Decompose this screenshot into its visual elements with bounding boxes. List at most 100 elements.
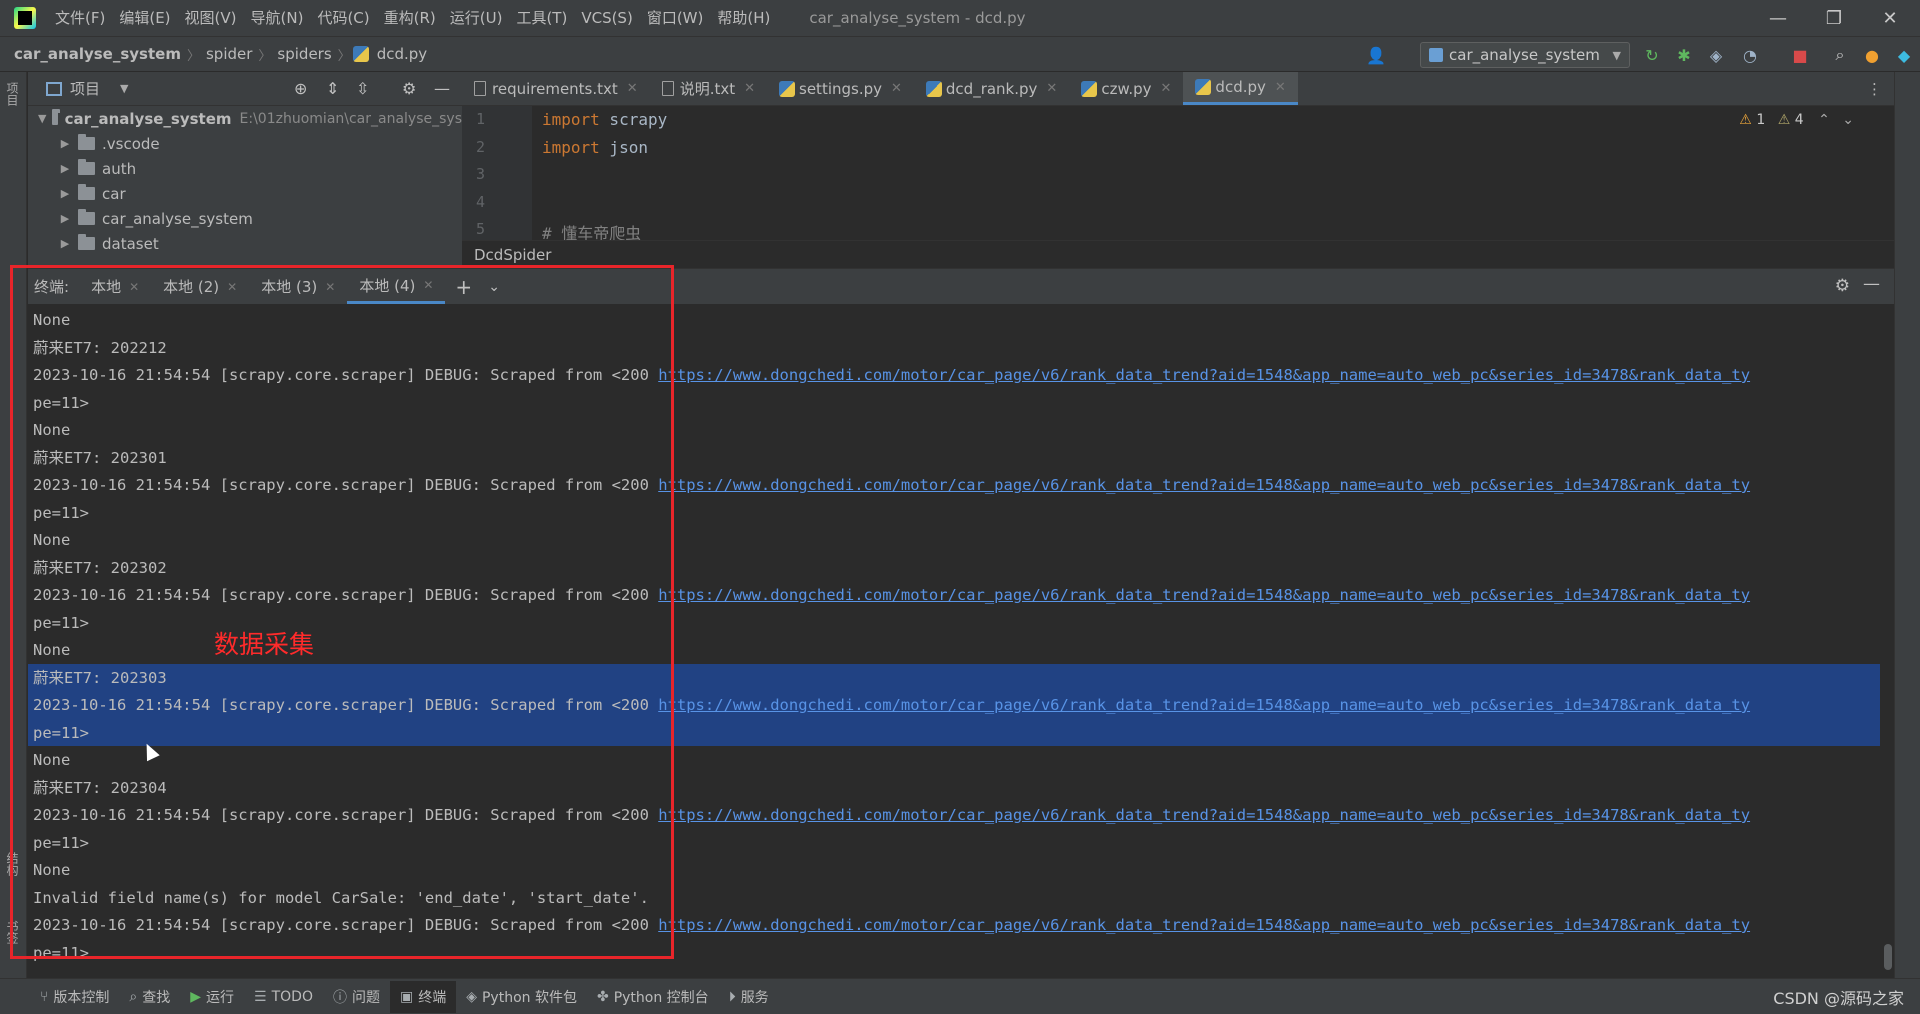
restore-icon[interactable]: ❐ <box>1806 0 1862 36</box>
close-tab-icon[interactable]: ✕ <box>744 81 755 96</box>
crumb-spider[interactable]: spider <box>202 45 256 63</box>
services-icon: ⏵ <box>728 988 736 1005</box>
menu-item[interactable]: 编辑(E) <box>112 0 177 36</box>
inspection-widget[interactable]: ⚠ 1 ⚠ 4 ⌃ ⌄ <box>1739 112 1854 128</box>
code-line: import json <box>542 138 648 157</box>
tool-window-button[interactable]: ◈ Python 软件包 <box>456 987 587 1007</box>
search-icon[interactable]: ⌕ <box>1830 45 1850 65</box>
tool-window-button[interactable]: ▣ 终端 <box>389 980 457 1013</box>
tool-window-label: 查找 <box>142 989 171 1006</box>
chevron-up-icon[interactable]: ⌃ <box>1818 112 1830 128</box>
tool-window-button[interactable]: ⑂ 版本控制 <box>30 987 119 1007</box>
gear-icon[interactable]: ⚙ <box>402 79 416 98</box>
scrollbar[interactable] <box>1884 944 1892 970</box>
tree-root-name: car_analyse_system <box>64 109 232 128</box>
editor-tab[interactable]: 说明.txt ✕ <box>650 72 767 105</box>
run-config-select[interactable]: car_analyse_system ▼ <box>1420 42 1630 68</box>
crumb-spiders[interactable]: spiders <box>273 45 335 63</box>
crumb-file[interactable]: dcd.py <box>373 45 431 63</box>
tree-root[interactable]: ▼ car_analyse_system E:\01zhuomian\car_a… <box>28 106 462 131</box>
user-icon[interactable]: 👤 <box>1366 45 1386 65</box>
hide-icon[interactable]: — <box>1863 274 1880 294</box>
tool-window-button[interactable]: ⏵ 服务 <box>719 987 779 1007</box>
rerun-icon[interactable]: ↻ <box>1642 45 1662 65</box>
tree-folder-item[interactable]: ▶ car <box>28 181 462 206</box>
tool-window-button[interactable]: ▶ 运行 <box>180 987 244 1007</box>
chevron-right-icon[interactable]: ▶ <box>58 187 72 200</box>
editor-tab[interactable]: requirements.txt ✕ <box>462 72 650 105</box>
jetbrains-toolbox-icon[interactable]: ◆ <box>1894 45 1914 65</box>
project-tool-button[interactable]: 项目 <box>4 82 21 106</box>
crumb-project[interactable]: car_analyse_system <box>10 45 185 63</box>
chevron-right-icon[interactable]: ▶ <box>58 162 72 175</box>
folder-icon <box>52 109 61 125</box>
run-icon: ▶ <box>190 988 202 1005</box>
tree-folder-label: car_analyse_system <box>102 209 253 228</box>
crumb-separator: 〉 <box>258 48 272 64</box>
editor-tab[interactable]: dcd.py ✕ <box>1183 72 1298 105</box>
menu-item[interactable]: 文件(F) <box>48 0 112 36</box>
tool-window-button[interactable]: ✤ Python 控制台 <box>587 987 719 1007</box>
menu-item[interactable]: 窗口(W) <box>640 0 711 36</box>
editor-tab[interactable]: czw.py ✕ <box>1069 72 1183 105</box>
debug-icon[interactable]: ✱ <box>1674 45 1694 65</box>
tree-folder-item[interactable]: ▶ .vscode <box>28 131 462 156</box>
more-tabs-icon[interactable]: ⋮ <box>1867 72 1894 105</box>
chevron-down-icon[interactable]: ⌄ <box>1842 112 1854 128</box>
line-number: 4 <box>476 192 486 211</box>
editor-tab-bar: requirements.txt ✕ 说明.txt ✕ settings.py ✕ dcd_… <box>462 72 1894 106</box>
terminal-url-link[interactable]: https://www.dongchedi.com/motor/car_page… <box>658 366 1750 384</box>
tool-window-label: 问题 <box>351 989 380 1006</box>
close-tab-icon[interactable]: ✕ <box>1046 81 1057 96</box>
chevron-right-icon[interactable]: ▶ <box>58 137 72 150</box>
tree-folder-item[interactable]: ▶ dataset <box>28 231 462 256</box>
chevron-down-icon[interactable]: ▼ <box>38 112 46 125</box>
editor-tab[interactable]: settings.py ✕ <box>767 72 914 105</box>
chevron-right-icon[interactable]: ▶ <box>58 237 72 250</box>
tree-folder-item[interactable]: ▶ auth <box>28 156 462 181</box>
terminal-url-link[interactable]: https://www.dongchedi.com/motor/car_page… <box>658 696 1750 714</box>
terminal-url-link[interactable]: https://www.dongchedi.com/motor/car_page… <box>658 476 1750 494</box>
minimize-icon[interactable]: — <box>1750 0 1806 36</box>
collapse-all-icon[interactable]: ⇳ <box>356 79 369 98</box>
class-breadcrumb[interactable]: DcdSpider <box>474 246 551 264</box>
python-console-icon: ✤ <box>596 988 609 1005</box>
terminal-url-link[interactable]: https://www.dongchedi.com/motor/car_page… <box>658 916 1750 934</box>
menu-item[interactable]: 导航(N) <box>244 0 311 36</box>
close-tab-icon[interactable]: ✕ <box>891 81 902 96</box>
menu-item[interactable]: 视图(V) <box>178 0 244 36</box>
menu-item[interactable]: 重构(R) <box>377 0 443 36</box>
tool-window-button[interactable]: ⓘ 问题 <box>323 987 390 1007</box>
close-icon[interactable]: ✕ <box>1862 0 1918 36</box>
chevron-right-icon[interactable]: ▶ <box>58 212 72 225</box>
close-tab-icon[interactable]: ✕ <box>627 81 638 96</box>
python-file-icon <box>352 46 369 62</box>
menu-item[interactable]: 代码(C) <box>310 0 376 36</box>
locate-icon[interactable]: ⊕ <box>294 79 307 98</box>
profile-icon[interactable]: ◔ <box>1740 45 1760 65</box>
hide-icon[interactable]: — <box>434 79 450 98</box>
python-file-icon <box>779 80 796 97</box>
tool-window-button[interactable]: ⌕ 查找 <box>119 987 180 1007</box>
coverage-icon[interactable]: ◈ <box>1706 45 1726 65</box>
branch-icon: ⑂ <box>40 988 49 1005</box>
gear-icon[interactable]: ⚙ <box>1835 276 1850 296</box>
menu-item[interactable]: 运行(U) <box>443 0 510 36</box>
expand-all-icon[interactable]: ⇕ <box>326 79 339 98</box>
terminal-url-link[interactable]: https://www.dongchedi.com/motor/car_page… <box>658 806 1750 824</box>
editor-tab[interactable]: dcd_rank.py ✕ <box>914 72 1069 105</box>
menu-item[interactable]: 帮助(H) <box>710 0 777 36</box>
tree-folder-label: car <box>102 184 126 203</box>
close-tab-icon[interactable]: ✕ <box>1275 80 1286 95</box>
project-view-label[interactable]: 项目 <box>70 78 100 99</box>
menu-item[interactable]: 工具(T) <box>509 0 574 36</box>
chevron-down-icon[interactable]: ▼ <box>120 82 128 95</box>
update-icon[interactable]: ● <box>1862 45 1882 65</box>
tool-window-button[interactable]: ☰ TODO <box>244 989 323 1005</box>
tree-folder-item[interactable]: ▶ car_analyse_system <box>28 206 462 231</box>
terminal-url-link[interactable]: https://www.dongchedi.com/motor/car_page… <box>658 586 1750 604</box>
code-editor[interactable]: 12345 import scrapy import json # 懂车帝爬虫 ⚠ … <box>462 106 1894 243</box>
close-tab-icon[interactable]: ✕ <box>1161 81 1172 96</box>
menu-item[interactable]: VCS(S) <box>574 0 639 36</box>
stop-icon[interactable]: ■ <box>1790 45 1810 65</box>
